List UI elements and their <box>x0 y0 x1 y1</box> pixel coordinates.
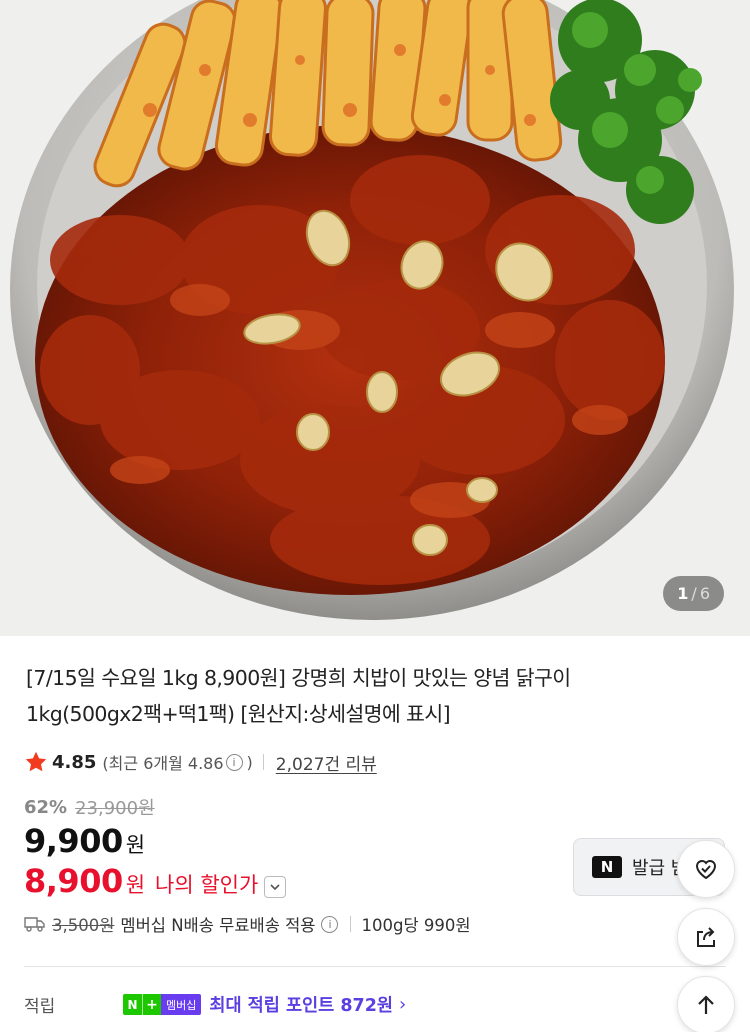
review-count-link[interactable]: 2,027건 리뷰 <box>276 750 377 775</box>
my-price-row[interactable]: 8,900 원 나의 할인가 <box>24 862 287 900</box>
divider <box>262 754 264 770</box>
chevron-right-icon: › <box>398 994 407 1015</box>
price-unit: 원 <box>125 833 146 857</box>
discount-row: 62% 23,900원 <box>24 794 155 820</box>
arrow-up-icon <box>698 995 714 1014</box>
scroll-top-button[interactable] <box>677 976 735 1032</box>
shipping-fee: 3,500원 <box>52 916 115 935</box>
truck-icon <box>24 917 45 932</box>
unit-price: 100g당 990원 <box>361 916 471 935</box>
naver-logo-icon: N <box>592 856 622 878</box>
max-points-text: 최대 적립 포인트 872원 <box>209 996 393 1016</box>
rating-row: 4.85 (최근 6개월 4.86 i ) 2,027건 리뷰 <box>24 748 377 776</box>
shipping-row: 3,500원 멤버십 N배송 무료배송 적용 i 100g당 990원 <box>24 912 471 936</box>
my-price-label: 나의 할인가 <box>155 873 259 897</box>
food-plate-illustration <box>0 0 750 636</box>
sale-price: 9,900 <box>24 822 123 860</box>
chevron-down-icon[interactable] <box>264 876 287 898</box>
shipping-info-icon[interactable]: i <box>321 915 339 933</box>
star-icon <box>25 751 47 772</box>
current-page: 1 <box>677 584 689 603</box>
membership-badge: 멤버십 <box>161 994 202 1015</box>
points-row[interactable]: 적립 N + 멤버십 최대 적립 포인트 872원 › <box>24 992 406 1017</box>
share-button[interactable] <box>677 908 735 966</box>
discount-rate: 62% <box>24 796 68 818</box>
my-discount-price: 8,900 <box>24 862 123 900</box>
recent-rating: (최근 6개월 4.86 i ) <box>102 750 252 774</box>
total-pages: 6 <box>699 584 710 603</box>
product-image[interactable]: 1 / 6 <box>0 0 750 636</box>
recent-rating-text: (최근 6개월 4.86 <box>102 754 224 773</box>
page-separator: / <box>691 584 697 603</box>
naver-plus-badge-plus: + <box>142 994 161 1015</box>
points-label: 적립 <box>24 997 56 1017</box>
shipping-text: 멤버십 N배송 무료배송 적용 <box>120 916 316 935</box>
original-price: 23,900원 <box>75 798 155 819</box>
section-divider <box>24 966 726 967</box>
naver-plus-badge-n: N <box>123 994 142 1015</box>
share-icon <box>697 927 715 947</box>
my-price-unit: 원 <box>125 873 146 897</box>
product-title: [7/15일 수요일 1kg 8,900원] 강명희 치밥이 맛있는 양념 닭구… <box>26 666 571 726</box>
image-page-indicator: 1 / 6 <box>663 576 724 611</box>
divider <box>350 916 352 932</box>
recent-rating-close: ) <box>246 752 253 772</box>
favorite-button[interactable] <box>677 840 735 898</box>
price-row: 9,900 원 <box>24 822 145 860</box>
heart-check-icon <box>695 860 717 880</box>
rating-value: 4.85 <box>52 751 97 773</box>
info-icon[interactable]: i <box>225 753 243 771</box>
